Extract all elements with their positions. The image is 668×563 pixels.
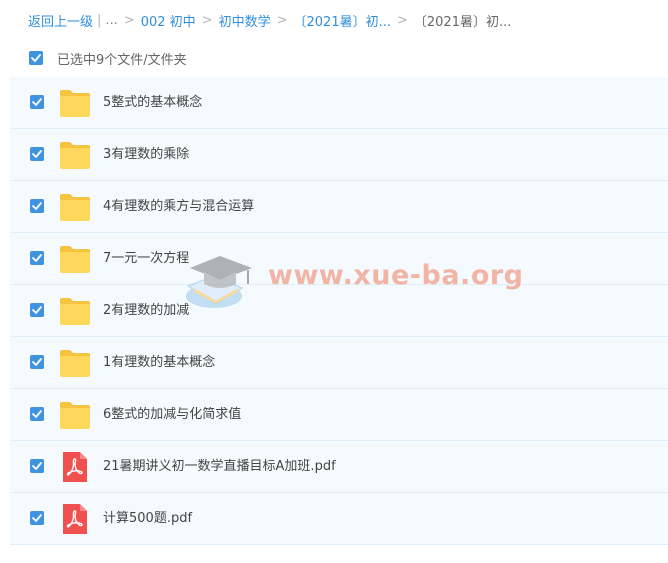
pdf-icon [59, 504, 91, 534]
file-browser: 返回上一级 | ... > 002 初中 > 初中数学 > 〔2021暑〕初..… [0, 0, 668, 563]
select-all-row: 已选中9个文件/文件夹 [29, 48, 187, 68]
file-name[interactable]: 6整式的加减与化简求值 [103, 405, 241, 425]
check-icon [32, 306, 42, 314]
check-icon [32, 254, 42, 262]
file-row[interactable]: 1有理数的基本概念 [10, 337, 668, 389]
file-name[interactable]: 计算500题.pdf [103, 509, 192, 529]
folder-icon [59, 140, 91, 170]
breadcrumb-separator: > [276, 12, 288, 28]
file-name[interactable]: 7一元一次方程 [103, 249, 189, 269]
breadcrumb-separator: > [396, 12, 408, 28]
file-list: 5整式的基本概念 3有理数的乘除 4有理数的乘方与混合运算 7一元一次方程 2有理数的加… [10, 77, 668, 545]
breadcrumb-item-summer-2021[interactable]: 〔2021暑〕初... [294, 11, 391, 30]
file-name[interactable]: 3有理数的乘除 [103, 145, 189, 165]
check-icon [32, 150, 42, 158]
file-name[interactable]: 4有理数的乘方与混合运算 [103, 197, 254, 217]
file-row[interactable]: 6整式的加减与化简求值 [10, 389, 668, 441]
file-name[interactable]: 21暑期讲义初一数学直播目标A加班.pdf [103, 457, 336, 477]
breadcrumb-separator: > [123, 12, 135, 28]
check-icon [31, 54, 41, 62]
folder-icon [59, 244, 91, 274]
pdf-icon [59, 452, 91, 482]
breadcrumb-ellipsis[interactable]: ... [105, 13, 117, 28]
select-all-checkbox[interactable] [29, 51, 43, 65]
check-icon [32, 410, 42, 418]
breadcrumb-pipe: | [97, 12, 102, 28]
folder-icon [59, 88, 91, 118]
folder-icon [59, 400, 91, 430]
breadcrumb: 返回上一级 | ... > 002 初中 > 初中数学 > 〔2021暑〕初..… [28, 10, 511, 30]
check-icon [32, 514, 42, 522]
file-name[interactable]: 2有理数的加减 [103, 301, 189, 321]
file-checkbox[interactable] [30, 459, 44, 473]
selection-count-label: 已选中9个文件/文件夹 [57, 52, 187, 68]
breadcrumb-item-math[interactable]: 初中数学 [219, 11, 271, 30]
folder-icon [59, 348, 91, 378]
file-checkbox[interactable] [30, 303, 44, 317]
check-icon [32, 358, 42, 366]
file-row[interactable]: 5整式的基本概念 [10, 77, 668, 129]
folder-icon [59, 192, 91, 222]
file-checkbox[interactable] [30, 199, 44, 213]
file-checkbox[interactable] [30, 355, 44, 369]
file-row[interactable]: 2有理数的加减 [10, 285, 668, 337]
file-checkbox[interactable] [30, 147, 44, 161]
file-name[interactable]: 5整式的基本概念 [103, 93, 202, 113]
file-checkbox[interactable] [30, 95, 44, 109]
file-checkbox[interactable] [30, 511, 44, 525]
file-checkbox[interactable] [30, 251, 44, 265]
check-icon [32, 98, 42, 106]
file-row[interactable]: 21暑期讲义初一数学直播目标A加班.pdf [10, 441, 668, 493]
breadcrumb-item-middle-school[interactable]: 002 初中 [141, 11, 196, 30]
file-name[interactable]: 1有理数的基本概念 [103, 353, 215, 373]
breadcrumb-separator: > [201, 12, 213, 28]
check-icon [32, 462, 42, 470]
file-row[interactable]: 7一元一次方程 [10, 233, 668, 285]
breadcrumb-current: 〔2021暑〕初... [413, 14, 512, 30]
check-icon [32, 202, 42, 210]
file-row[interactable]: 4有理数的乘方与混合运算 [10, 181, 668, 233]
file-checkbox[interactable] [30, 407, 44, 421]
back-link[interactable]: 返回上一级 [28, 11, 93, 30]
file-row[interactable]: 3有理数的乘除 [10, 129, 668, 181]
folder-icon [59, 296, 91, 326]
file-row[interactable]: 计算500题.pdf [10, 493, 668, 545]
